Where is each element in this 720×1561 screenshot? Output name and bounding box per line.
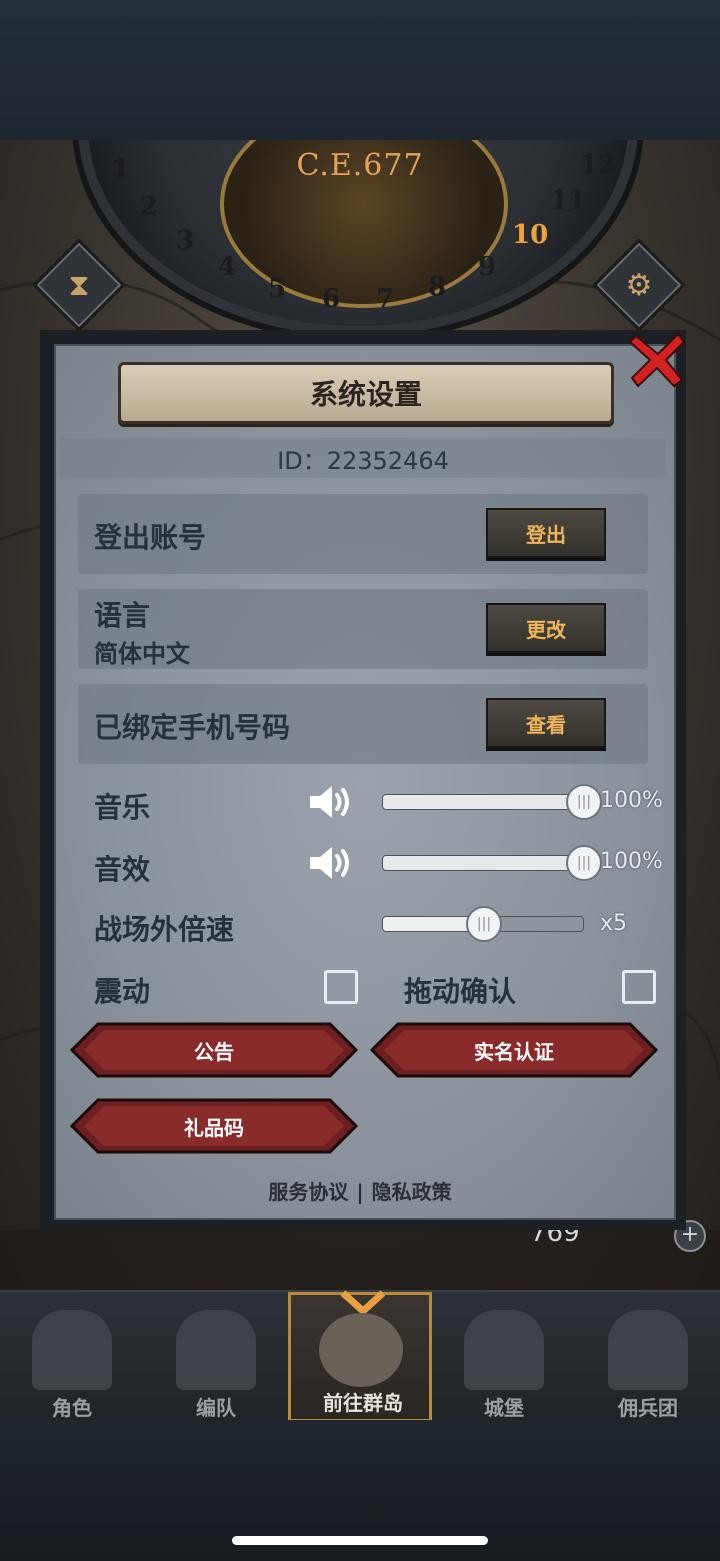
dial-number: 7 xyxy=(376,284,395,314)
change-language-button[interactable]: 更改 xyxy=(486,603,606,653)
banner-icon xyxy=(608,1310,688,1390)
nav-item-islands[interactable]: 前往群岛 xyxy=(288,1290,432,1422)
nav-item-character[interactable]: 角色 xyxy=(0,1292,144,1422)
speed-slider-knob[interactable]: ||| xyxy=(466,906,502,942)
links-separator: | xyxy=(356,1180,364,1204)
privacy-policy-link[interactable]: 隐私政策 xyxy=(368,1180,456,1204)
music-slider-knob[interactable]: ||| xyxy=(566,784,602,820)
dial-number: 5 xyxy=(268,274,287,304)
castle-icon xyxy=(464,1310,544,1390)
dial-number: 3 xyxy=(176,226,195,256)
nav-label: 角色 xyxy=(52,1396,92,1420)
close-button[interactable] xyxy=(628,330,686,388)
dialog-title-plate: 系统设置 xyxy=(118,362,614,424)
music-label: 音乐 xyxy=(94,791,151,824)
language-value: 简体中文 xyxy=(94,640,190,668)
globe-icon xyxy=(319,1313,403,1387)
logout-label: 登出账号 xyxy=(94,521,207,554)
nav-label: 编队 xyxy=(196,1396,236,1420)
close-icon xyxy=(628,332,686,388)
music-value: 100% xyxy=(600,788,663,813)
helmet-icon xyxy=(176,1310,256,1390)
speed-value: x5 xyxy=(600,911,628,936)
service-agreement-link[interactable]: 服务协议 xyxy=(264,1180,352,1204)
hourglass-icon: ⧗ xyxy=(68,267,90,303)
dial-number: 2 xyxy=(140,192,159,222)
dial-number: 12 xyxy=(580,150,617,180)
real-name-button[interactable]: 实名认证 xyxy=(370,1022,658,1078)
dial-number: 1 xyxy=(112,154,131,184)
gift-code-button-label: 礼品码 xyxy=(184,1115,244,1140)
nav-item-mercenary[interactable]: 佣兵团 xyxy=(576,1292,720,1422)
sfx-slider[interactable] xyxy=(382,855,584,871)
dial-number: 4 xyxy=(218,252,237,282)
notice-button[interactable]: 公告 xyxy=(70,1022,358,1078)
drag-confirm-checkbox[interactable] xyxy=(622,970,656,1004)
nav-label: 城堡 xyxy=(484,1396,524,1420)
home-indicator[interactable] xyxy=(232,1536,488,1545)
vibration-label: 震动 xyxy=(94,975,151,1008)
gift-code-button[interactable]: 礼品码 xyxy=(70,1098,358,1154)
language-label: 语言 xyxy=(94,599,151,632)
dial-number-current: 10 xyxy=(512,220,549,250)
user-id-row: ID：22352464 xyxy=(60,438,666,478)
drag-confirm-label: 拖动确认 xyxy=(404,975,517,1008)
vibration-checkbox[interactable] xyxy=(324,970,358,1004)
dial-number: 6 xyxy=(322,284,341,314)
sfx-value: 100% xyxy=(600,849,663,874)
speed-label: 战场外倍速 xyxy=(94,913,235,946)
dial-number: 8 xyxy=(428,272,447,302)
legal-links: 服务协议 | 隐私政策 xyxy=(0,1176,720,1205)
gear-icon: ⚙ xyxy=(625,267,653,303)
status-bar-area xyxy=(0,0,720,140)
dial-number: 9 xyxy=(478,252,497,282)
notice-button-label: 公告 xyxy=(194,1039,234,1064)
dial-number: 11 xyxy=(550,186,587,216)
music-speaker-icon[interactable] xyxy=(308,782,354,822)
sfx-label: 音效 xyxy=(94,853,151,886)
real-name-button-label: 实名认证 xyxy=(474,1039,554,1064)
music-slider[interactable] xyxy=(382,794,584,810)
logout-button[interactable]: 登出 xyxy=(486,508,606,558)
knight-icon xyxy=(32,1310,112,1390)
nav-item-castle[interactable]: 城堡 xyxy=(432,1292,576,1422)
sfx-speaker-icon[interactable] xyxy=(308,843,354,883)
phone-label: 已绑定手机号码 xyxy=(94,711,291,744)
nav-label: 佣兵团 xyxy=(618,1396,678,1420)
sfx-slider-knob[interactable]: ||| xyxy=(566,845,602,881)
user-id: ID：22352464 xyxy=(277,446,449,475)
nav-item-formation[interactable]: 编队 xyxy=(144,1292,288,1422)
nav-label: 前往群岛 xyxy=(323,1391,403,1415)
dialog-title: 系统设置 xyxy=(309,378,422,411)
view-phone-button[interactable]: 查看 xyxy=(486,698,606,748)
bottom-nav: 角色 编队 前往群岛 城堡 佣兵团 xyxy=(0,1290,720,1422)
